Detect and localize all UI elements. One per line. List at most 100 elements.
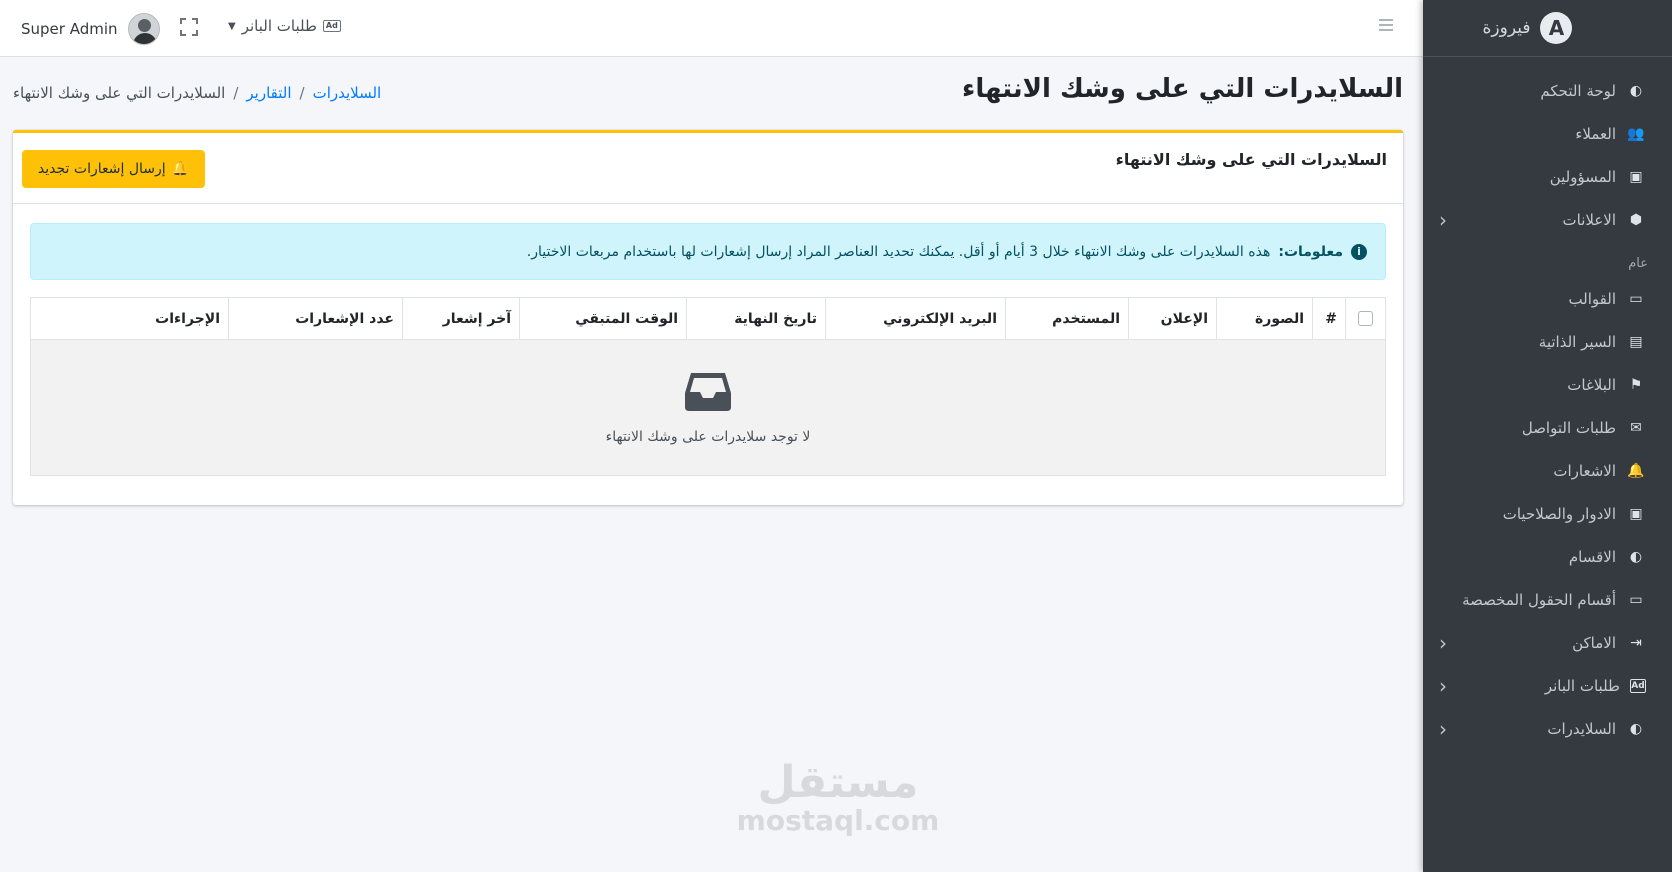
folder-plus-icon: ▭: [1629, 591, 1643, 608]
chevron-left-icon: ‹: [1439, 630, 1447, 655]
sidebar-item-label: السلايدرات: [1547, 719, 1616, 738]
sidebar-nav: ◐ لوحة التحكم 👥 العملاء ▣ المسؤولين ⬢ الاعلانات…: [1423, 57, 1672, 750]
brand-logo-icon: A: [1540, 12, 1573, 44]
brand-name: فيروزة: [1482, 18, 1531, 38]
empty-row: لا توجد سلايدرات على وشك الانتهاء: [30, 339, 1386, 476]
bell-icon: 🔔: [1627, 462, 1645, 479]
resume-icon: ▤: [1629, 333, 1643, 350]
card-header: السلايدرات التي على وشك الانتهاء 🔔 إرسال…: [13, 133, 1403, 204]
sidebar-item-palette-16[interactable]: ◐ الاقسام: [1423, 535, 1672, 578]
sidebar-item-id-card-2[interactable]: ▣ المسؤولين: [1423, 155, 1672, 198]
sidebar-item-role-card-15[interactable]: ▣ الادوار والصلاحيات: [1423, 492, 1672, 535]
col-ad: الإعلان: [1128, 297, 1217, 340]
sidebar-item-palette-20[interactable]: ◐ السلايدرات ‹: [1423, 707, 1672, 750]
envelope-icon: ✉: [1630, 419, 1642, 436]
banner-requests-dropdown[interactable]: Ad طلبات البانر ▼: [228, 17, 341, 35]
inbox-icon: [685, 371, 731, 411]
empty-state: لا توجد سلايدرات على وشك الانتهاء: [30, 339, 1386, 476]
breadcrumb: السلايدرات / التقارير / السلايدرات التي …: [13, 84, 381, 102]
sidebar-item-ad-19[interactable]: Ad طلبات البانر ‹: [1423, 664, 1672, 707]
sidebar-item-palette-0[interactable]: ◐ لوحة التحكم: [1423, 69, 1672, 112]
sidebar-item-label: السير الذاتية: [1538, 332, 1616, 351]
sidebar-item-label: البلاغات: [1567, 375, 1616, 394]
watermark-arabic: مستقل: [757, 757, 919, 808]
content-header: السلايدرات التي على وشك الانتهاء السلايد…: [13, 57, 1403, 129]
empty-message: لا توجد سلايدرات على وشك الانتهاء: [605, 428, 811, 445]
sidebar-item-label: أقسام الحقول المخصصة: [1462, 590, 1616, 609]
chevron-left-icon: ‹: [1439, 716, 1447, 741]
chevron-left-icon: ‹: [1439, 207, 1447, 232]
palette-icon: ◐: [1629, 82, 1643, 99]
watermark-latin: mostaql.com: [736, 804, 940, 837]
breadcrumb-link-sliders[interactable]: السلايدرات: [313, 84, 382, 102]
sidebar-item-label: المسؤولين: [1549, 167, 1616, 186]
avatar[interactable]: [127, 13, 160, 45]
col-index: #: [1312, 297, 1346, 340]
alert-strong: معلومات:: [1278, 243, 1343, 260]
page-title: السلايدرات التي على وشك الانتهاء: [962, 74, 1403, 104]
sidebar-item-label: القوالب: [1568, 289, 1616, 308]
sidebar-item-cube-3[interactable]: ⬢ الاعلانات ‹: [1423, 198, 1672, 241]
sidebar-item-folder-10[interactable]: ▭ القوالب: [1423, 277, 1672, 320]
palette-icon: ◐: [1629, 548, 1643, 565]
breadcrumb-active: السلايدرات التي على وشك الانتهاء: [13, 84, 226, 102]
sidebar-item-users-1[interactable]: 👥 العملاء: [1423, 112, 1672, 155]
sidebar-item-bell-14[interactable]: 🔔 الاشعارات: [1423, 449, 1672, 492]
topbar: Super Admin Ad طلبات البانر ▼: [0, 0, 1423, 57]
sign-in-icon: ⇥: [1630, 634, 1642, 651]
sidebar-item-label: الاعلانات: [1562, 210, 1617, 229]
id-card-icon: ▣: [1629, 168, 1643, 185]
button-label: إرسال إشعارات تجديد: [37, 161, 166, 177]
sidebar-item-label: طلبات البانر: [1544, 676, 1620, 695]
brand[interactable]: A فيروزة: [1423, 0, 1672, 57]
sidebar-item-label: لوحة التحكم: [1540, 81, 1616, 100]
caret-down-icon: ▼: [228, 20, 236, 32]
folder-icon: ▭: [1629, 290, 1643, 307]
flag-icon: ⚑: [1629, 376, 1643, 393]
sidebar-item-sign-in-18[interactable]: ⇥ الاماكن ‹: [1423, 621, 1672, 664]
dropdown-label: طلبات البانر: [241, 17, 317, 35]
user-menu[interactable]: Super Admin: [21, 13, 160, 45]
sidebar-item-label: الاماكن: [1572, 633, 1616, 652]
sidebar-section-header: عام: [1628, 256, 1648, 271]
users-icon: 👥: [1627, 125, 1645, 142]
col-user: المستخدم: [1005, 297, 1129, 340]
sidebar-item-flag-12[interactable]: ⚑ البلاغات: [1423, 363, 1672, 406]
select-all-cell: [1345, 297, 1386, 340]
alert-text: هذه السلايدرات على وشك الانتهاء خلال 3 أ…: [526, 243, 1271, 260]
sidebar-item-envelope-13[interactable]: ✉ طلبات التواصل: [1423, 406, 1672, 449]
col-actions: الإجراءات: [30, 297, 229, 340]
breadcrumb-link-reports[interactable]: التقارير: [246, 84, 291, 102]
role-card-icon: ▣: [1629, 505, 1643, 522]
sidebar-item-label: العملاء: [1575, 124, 1616, 143]
col-remaining-time: الوقت المتبقي: [519, 297, 687, 340]
expiring-sliders-card: السلايدرات التي على وشك الانتهاء 🔔 إرسال…: [13, 130, 1403, 505]
select-all-checkbox[interactable]: [1358, 311, 1373, 326]
breadcrumb-separator: /: [233, 84, 239, 102]
sidebar-item-label: طلبات التواصل: [1521, 418, 1616, 437]
sidebar-item-label: الاشعارات: [1553, 461, 1616, 480]
sliders-table: # الصورة الإعلان المستخدم البريد الإلكتر…: [30, 297, 1386, 476]
fullscreen-icon[interactable]: [180, 18, 198, 36]
chevron-left-icon: ‹: [1439, 673, 1447, 698]
sidebar-item-resume-11[interactable]: ▤ السير الذاتية: [1423, 320, 1672, 363]
sidebar: A فيروزة ◐ لوحة التحكم 👥 العملاء ▣ المسؤولين ⬢…: [1423, 0, 1672, 872]
send-renewal-notifications-button[interactable]: 🔔 إرسال إشعارات تجديد: [22, 150, 205, 188]
bell-icon: 🔔: [171, 161, 190, 177]
sidebar-item-label: الاقسام: [1568, 547, 1616, 566]
table-header-row: # الصورة الإعلان المستخدم البريد الإلكتر…: [30, 297, 1386, 340]
card-title: السلايدرات التي على وشك الانتهاء: [1115, 150, 1387, 169]
sidebar-item-folder-plus-17[interactable]: ▭ أقسام الحقول المخصصة: [1423, 578, 1672, 621]
ad-icon: Ad: [322, 20, 341, 32]
ad-icon: Ad: [1630, 678, 1646, 693]
palette-icon: ◐: [1629, 720, 1643, 737]
user-name: Super Admin: [21, 20, 118, 38]
mostaql-watermark: مستقل mostaql.com: [733, 760, 943, 836]
info-alert: i معلومات: هذه السلايدرات على وشك الانته…: [30, 223, 1386, 280]
col-notification-count: عدد الإشعارات: [228, 297, 403, 340]
col-email: البريد الإلكتروني: [825, 297, 1006, 340]
sidebar-item-label: الادوار والصلاحيات: [1502, 504, 1616, 523]
cube-icon: ⬢: [1629, 211, 1643, 228]
col-image: الصورة: [1216, 297, 1313, 340]
menu-toggle-icon[interactable]: [1379, 19, 1393, 34]
